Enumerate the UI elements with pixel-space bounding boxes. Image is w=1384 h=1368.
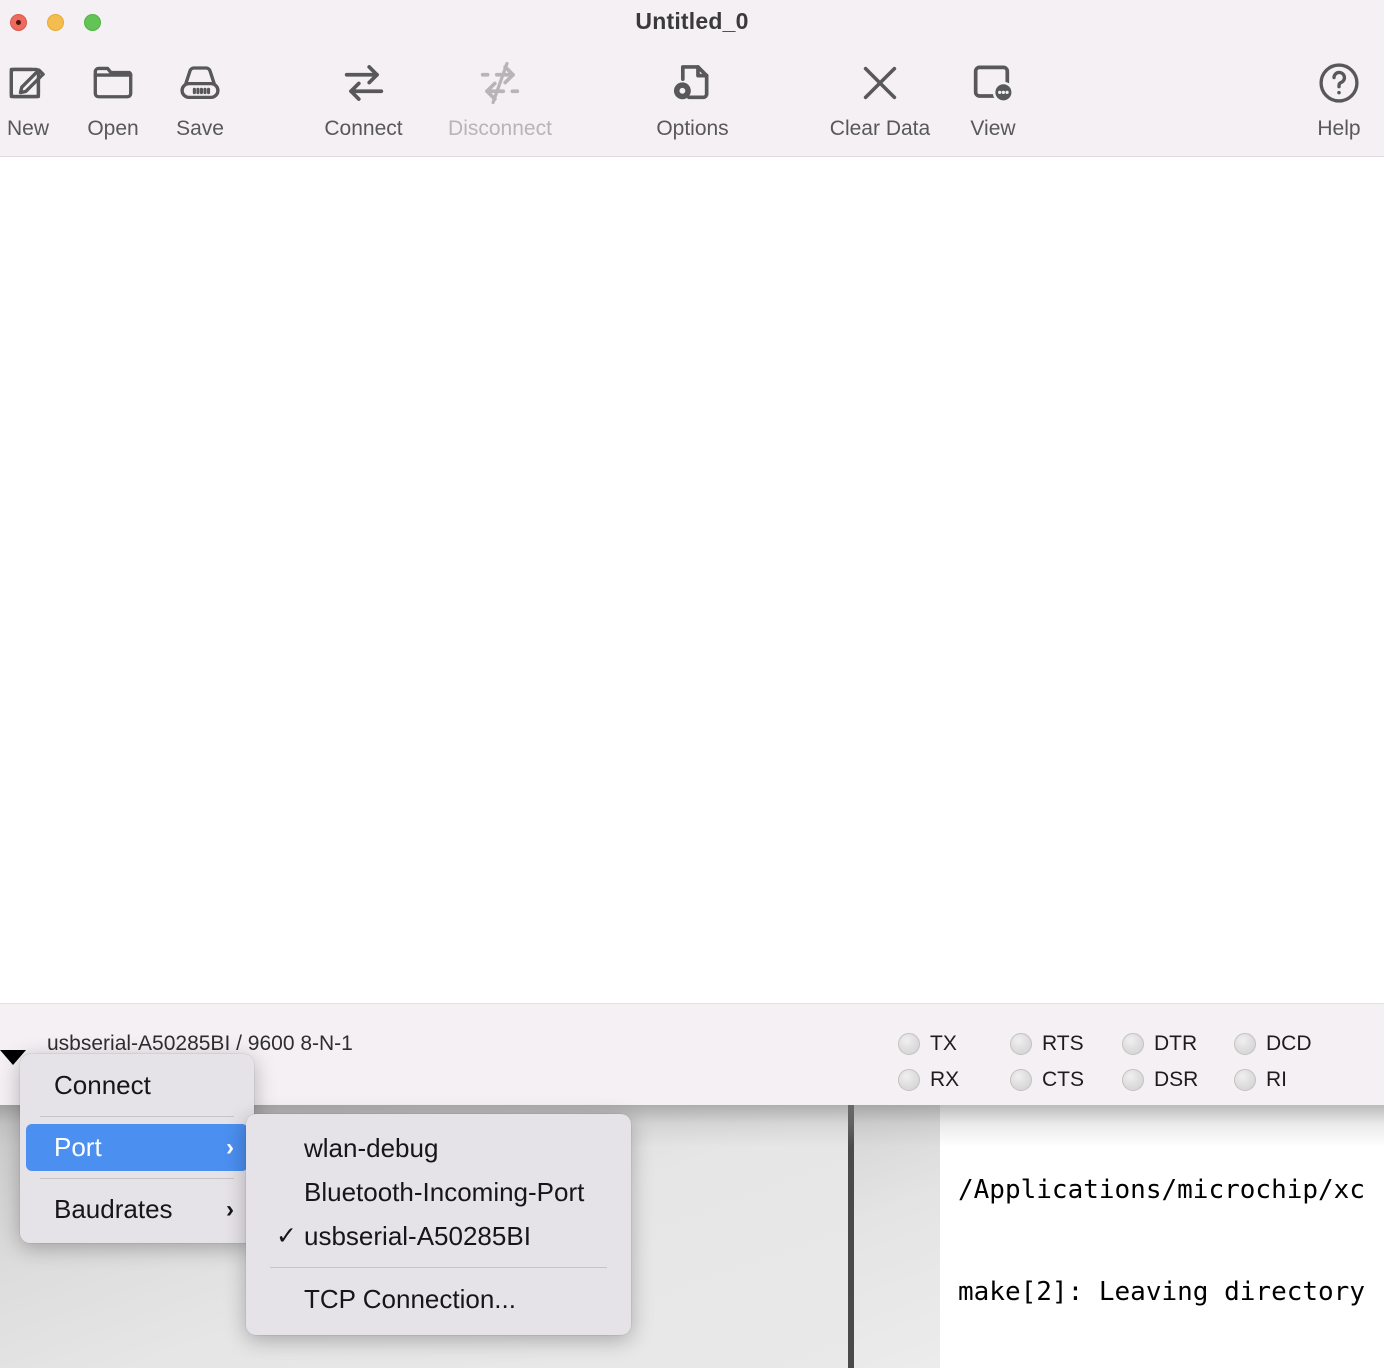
context-menu-pointer-icon	[0, 1050, 26, 1065]
port-submenu: wlan-debug Bluetooth-Incoming-Port ✓ usb…	[246, 1114, 631, 1335]
toolbar-button-view[interactable]: View	[953, 52, 1033, 141]
signal-dtr: DTR	[1122, 1026, 1234, 1062]
port-submenu-item-usbserial[interactable]: ✓ usbserial-A50285BI	[254, 1214, 623, 1258]
background-terminal-output: /Applications/microchip/xc make[2]: Leav…	[940, 1105, 1384, 1368]
toolbar-label-options: Options	[656, 117, 729, 140]
signal-label-dsr: DSR	[1154, 1068, 1199, 1091]
clear-x-icon	[853, 52, 907, 114]
signal-ri: RI	[1234, 1062, 1346, 1098]
context-menu-label-baudrates: Baudrates	[54, 1194, 173, 1224]
toolbar: New Open Save Connect Disconnect Options…	[0, 44, 1384, 157]
toolbar-button-save[interactable]: Save	[167, 52, 233, 141]
save-drive-icon	[175, 52, 225, 114]
port-submenu-separator	[270, 1267, 607, 1268]
view-window-icon	[967, 52, 1019, 114]
led-dtr-icon	[1122, 1033, 1144, 1055]
port-submenu-item-tcp-connection[interactable]: TCP Connection...	[254, 1277, 623, 1321]
context-menu-item-baudrates[interactable]: Baudrates ›	[26, 1186, 248, 1233]
signal-label-dtr: DTR	[1154, 1032, 1198, 1055]
titlebar: Untitled_0	[0, 0, 1384, 44]
terminal-line: /Applications/microchip/xc	[958, 1175, 1365, 1205]
signal-dcd: DCD	[1234, 1026, 1346, 1062]
signal-label-cts: CTS	[1042, 1068, 1084, 1091]
signal-label-dcd: DCD	[1266, 1032, 1312, 1055]
new-document-icon	[3, 52, 53, 114]
toolbar-label-disconnect: Disconnect	[448, 117, 552, 140]
signal-label-rx: RX	[930, 1068, 960, 1091]
context-menu-item-connect[interactable]: Connect	[26, 1062, 248, 1109]
context-menu-separator	[40, 1116, 234, 1117]
disconnect-icon	[474, 52, 526, 114]
options-gear-icon	[667, 52, 719, 114]
context-menu-item-port[interactable]: Port ›	[26, 1124, 248, 1171]
led-ri-icon	[1234, 1069, 1256, 1091]
background-mid-panel	[854, 1105, 940, 1368]
signal-label-tx: TX	[930, 1032, 957, 1055]
led-dcd-icon	[1234, 1033, 1256, 1055]
toolbar-label-new: New	[6, 117, 49, 140]
connection-status-text: usbserial-A50285BI / 9600 8-N-1	[47, 1032, 353, 1055]
signal-tx: TX	[898, 1026, 1010, 1062]
signal-dsr: DSR	[1122, 1062, 1234, 1098]
signal-rx: RX	[898, 1062, 1010, 1098]
help-question-icon	[1314, 52, 1364, 114]
port-submenu-label-tcp-connection: TCP Connection...	[304, 1283, 516, 1314]
context-menu-label-port: Port	[54, 1132, 102, 1162]
signal-rts: RTS	[1010, 1026, 1122, 1062]
led-dsr-icon	[1122, 1069, 1144, 1091]
toolbar-button-open[interactable]: Open	[79, 52, 147, 141]
terminal-line: make[2]: Leaving directory	[958, 1277, 1381, 1307]
toolbar-label-help: Help	[1317, 117, 1361, 140]
led-rx-icon	[898, 1069, 920, 1091]
signal-indicators: TX RTS DTR DCD RX CTS DSR RI	[898, 1026, 1346, 1098]
toolbar-label-clear-data: Clear Data	[829, 117, 931, 140]
signal-label-rts: RTS	[1042, 1032, 1084, 1055]
open-folder-icon	[88, 52, 138, 114]
led-cts-icon	[1010, 1069, 1032, 1091]
port-submenu-label-bluetooth-incoming-port: Bluetooth-Incoming-Port	[304, 1176, 585, 1207]
port-submenu-item-bluetooth-incoming-port[interactable]: Bluetooth-Incoming-Port	[254, 1170, 623, 1214]
context-menu-label-connect: Connect	[54, 1070, 151, 1100]
toolbar-label-view: View	[970, 117, 1016, 140]
context-menu-separator	[40, 1178, 234, 1179]
port-submenu-label-usbserial: usbserial-A50285BI	[304, 1220, 531, 1251]
toolbar-button-disconnect[interactable]: Disconnect	[434, 52, 566, 141]
chevron-right-icon: ›	[226, 1195, 234, 1223]
toolbar-label-open: Open	[87, 117, 139, 140]
port-submenu-label-wlan-debug: wlan-debug	[304, 1132, 439, 1163]
led-tx-icon	[898, 1033, 920, 1055]
serial-terminal-window: Untitled_0 New Open Save Connect Disconn…	[0, 0, 1384, 1105]
toolbar-button-help[interactable]: Help	[1301, 52, 1377, 141]
toolbar-button-options[interactable]: Options	[636, 52, 749, 141]
toolbar-label-save: Save	[176, 117, 224, 140]
toolbar-button-clear-data[interactable]: Clear Data	[812, 52, 948, 141]
signal-label-ri: RI	[1266, 1068, 1287, 1091]
toolbar-button-connect[interactable]: Connect	[305, 52, 422, 141]
port-submenu-item-wlan-debug[interactable]: wlan-debug	[254, 1126, 623, 1170]
signal-cts: CTS	[1010, 1062, 1122, 1098]
toolbar-button-new[interactable]: New	[0, 52, 60, 141]
page-title: Untitled_0	[635, 8, 749, 34]
led-rts-icon	[1010, 1033, 1032, 1055]
terminal-data-area[interactable]	[0, 157, 1384, 1003]
connection-context-menu: Connect Port › Baudrates ›	[20, 1054, 254, 1243]
toolbar-label-connect: Connect	[324, 117, 403, 140]
chevron-right-icon: ›	[226, 1133, 234, 1161]
connect-arrows-icon	[338, 52, 390, 114]
check-icon: ✓	[276, 1222, 297, 1250]
